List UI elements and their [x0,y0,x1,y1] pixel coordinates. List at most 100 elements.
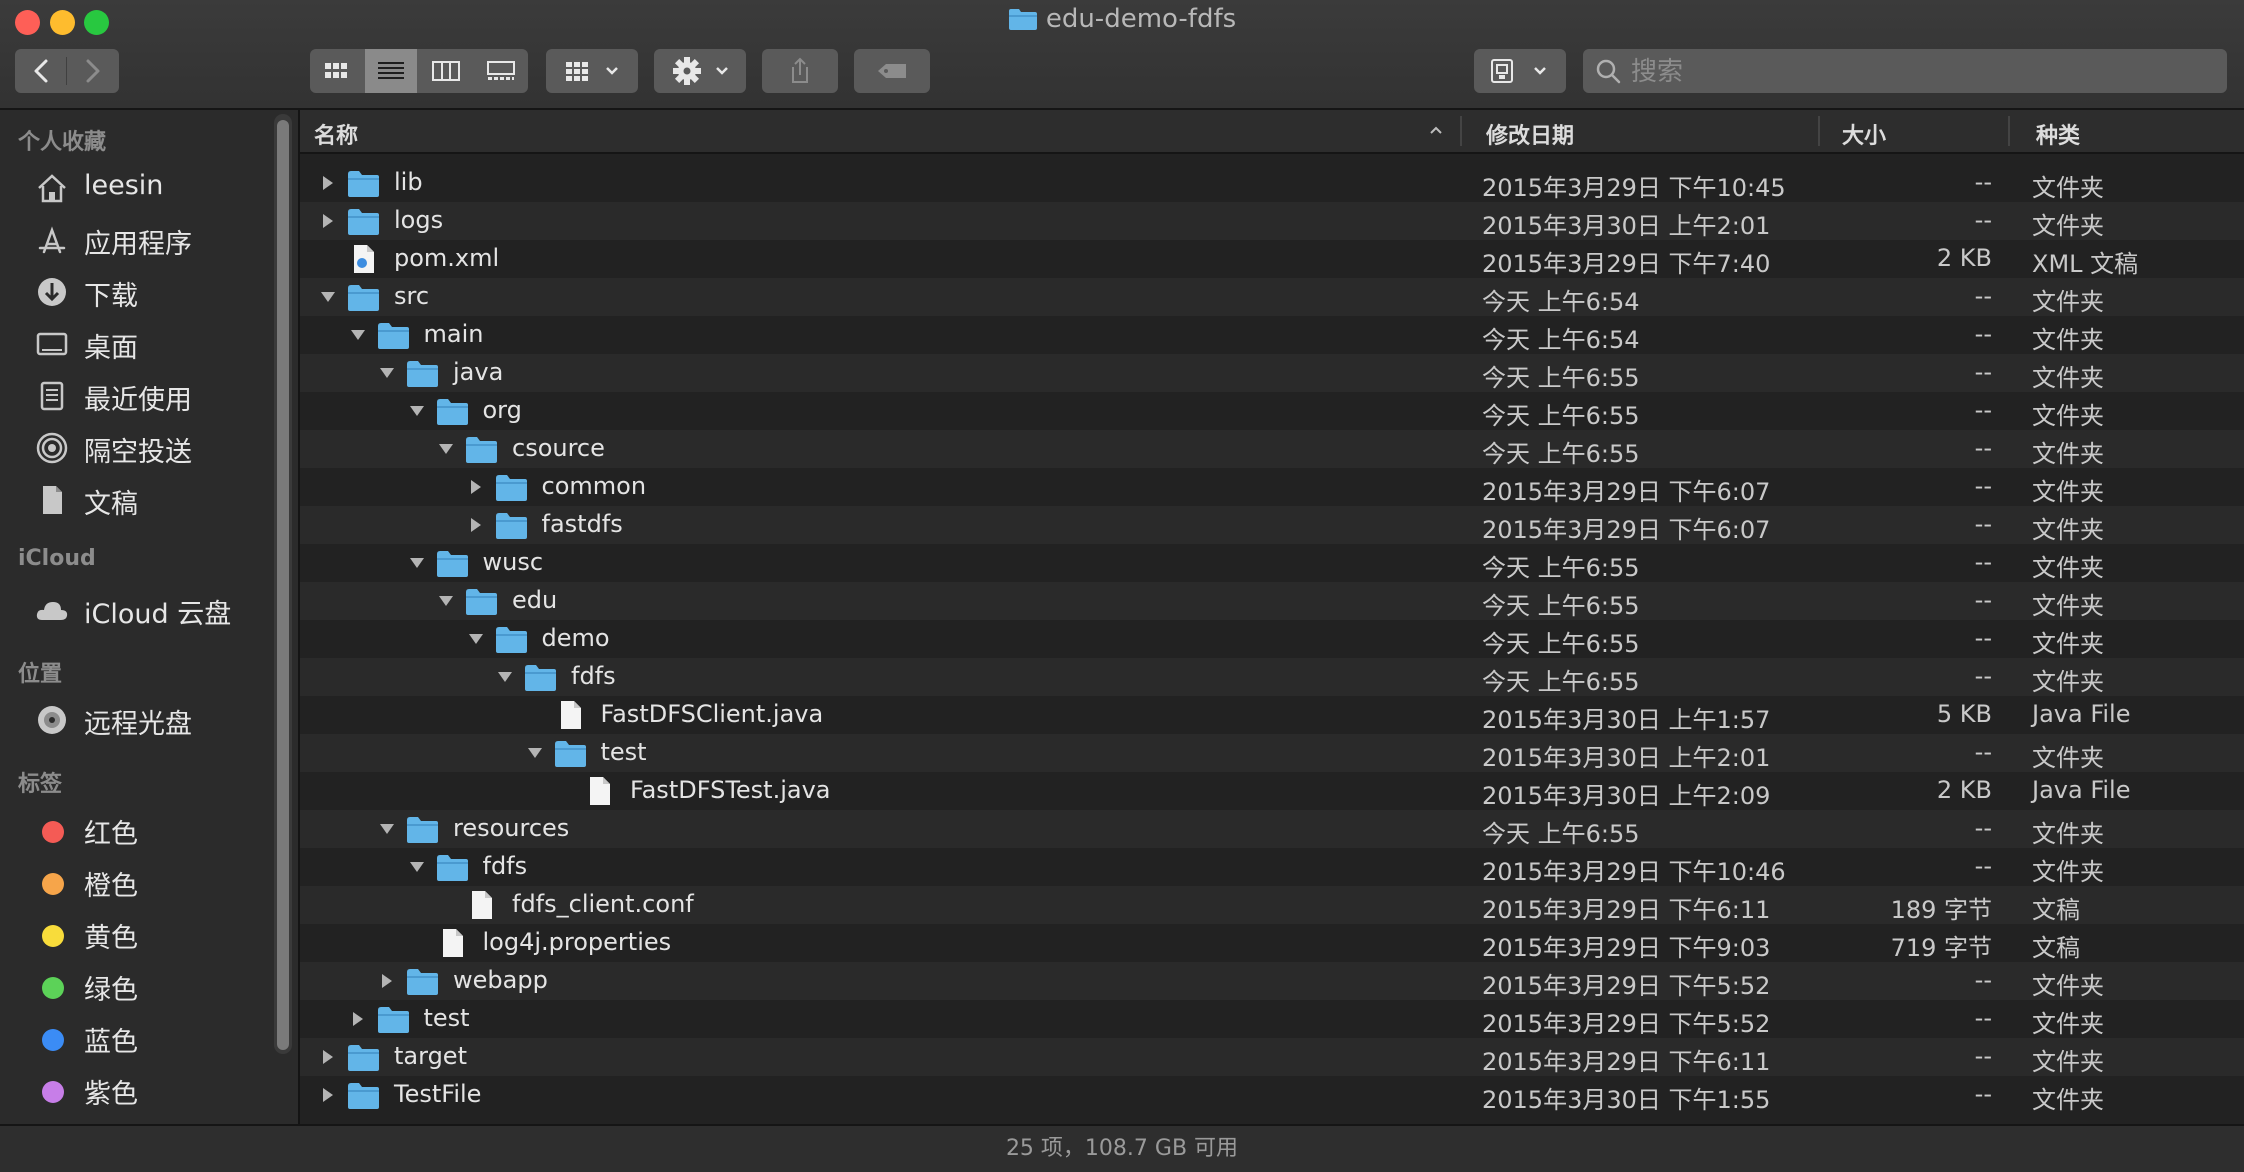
file-row[interactable]: FastDFSTest.java 2015年3月30日 上午2:09 2 KB Jav… [300,772,2244,810]
file-row[interactable]: TestFile 2015年3月30日 下午1:55 -- 文件夹 [300,1076,2244,1114]
file-row[interactable]: logs 2015年3月30日 上午2:01 -- 文件夹 [300,202,2244,240]
tag-button[interactable] [854,49,930,93]
file-date: 2015年3月29日 下午6:11 [1482,896,1771,924]
file-row[interactable]: test 2015年3月30日 上午2:01 -- 文件夹 [300,734,2244,772]
sidebar-item-下载[interactable]: 下载 [0,268,270,314]
file-date: 今天 上午6:55 [1482,592,1640,620]
sidebar-item-隔空投送[interactable]: 隔空投送 [0,424,270,470]
file-row[interactable]: lib 2015年3月29日 下午10:45 -- 文件夹 [300,164,2244,202]
share-button[interactable] [762,49,838,93]
column-header-name[interactable]: 名称 [314,118,358,150]
disclosure-collapsed-icon[interactable] [350,1011,366,1027]
sidebar-item-iCloud 云盘[interactable]: iCloud 云盘 [0,586,270,632]
file-row[interactable]: test 2015年3月29日 下午5:52 -- 文件夹 [300,1000,2244,1038]
sync-button[interactable] [1474,49,1566,93]
file-row[interactable]: log4j.properties 2015年3月29日 下午9:03 719 字节 文… [300,924,2244,962]
chevron-left-icon [34,59,48,83]
disclosure-expanded-icon[interactable] [320,289,336,305]
forward-button[interactable] [67,49,119,93]
sidebar-item-label: 远程光盘 [84,709,192,740]
disclosure-expanded-icon[interactable] [409,859,425,875]
disclosure-expanded-icon[interactable] [409,403,425,419]
disclosure-expanded-icon[interactable] [438,441,454,457]
disclosure-collapsed-icon[interactable] [468,517,484,533]
tag-icon [878,64,906,78]
disclosure-expanded-icon[interactable] [527,745,543,761]
file-row[interactable]: fdfs_client.conf 2015年3月29日 下午6:11 189 字节 文… [300,886,2244,924]
sidebar-item-红色[interactable]: 红色 [0,806,270,852]
disclosure-expanded-icon[interactable] [497,669,513,685]
disclosure-collapsed-icon[interactable] [320,1087,336,1103]
file-row[interactable]: webapp 2015年3月29日 下午5:52 -- 文件夹 [300,962,2244,1000]
disclosure-expanded-icon[interactable] [409,555,425,571]
sidebar-item-绿色[interactable]: 绿色 [0,962,270,1008]
column-header-kind[interactable]: 种类 [2036,118,2080,150]
file-row[interactable]: target 2015年3月29日 下午6:11 -- 文件夹 [300,1038,2244,1076]
column-header-date[interactable]: 修改日期 [1486,118,1574,150]
sidebar-item-远程光盘[interactable]: 远程光盘 [0,696,270,742]
disclosure-expanded-icon[interactable] [438,593,454,609]
file-row[interactable]: wusc 今天 上午6:55 -- 文件夹 [300,544,2244,582]
sidebar-item-应用程序[interactable]: 应用程序 [0,216,270,262]
file-row[interactable]: src 今天 上午6:54 -- 文件夹 [300,278,2244,316]
disclosure-expanded-icon[interactable] [379,821,395,837]
column-header-size[interactable]: 大小 [1842,118,1886,150]
document-icon [590,777,610,805]
search-field[interactable] [1583,49,2227,93]
sidebar-item-紫色[interactable]: 紫色 [0,1066,270,1112]
sidebar-item-最近使用[interactable]: 最近使用 [0,372,270,418]
disclosure-collapsed-icon[interactable] [320,213,336,229]
folder-icon [525,665,556,691]
disclosure-collapsed-icon[interactable] [320,175,336,191]
sidebar-item-桌面[interactable]: 桌面 [0,320,270,366]
sidebar-item-橙色[interactable]: 橙色 [0,858,270,904]
file-date: 今天 上午6:54 [1482,288,1640,316]
file-row[interactable]: csource 今天 上午6:55 -- 文件夹 [300,430,2244,468]
file-row[interactable]: fdfs 今天 上午6:55 -- 文件夹 [300,658,2244,696]
action-button[interactable] [654,49,746,93]
icon-view-button[interactable] [310,49,362,93]
file-row[interactable]: edu 今天 上午6:55 -- 文件夹 [300,582,2244,620]
column-divider[interactable] [2008,116,2010,146]
airdrop-icon [36,432,68,464]
disclosure-collapsed-icon[interactable] [320,1049,336,1065]
file-row[interactable]: org 今天 上午6:55 -- 文件夹 [300,392,2244,430]
sidebar-item-黄色[interactable]: 黄色 [0,910,270,956]
disclosure-expanded-icon[interactable] [379,365,395,381]
column-divider[interactable] [1818,116,1820,146]
folder-icon [436,855,468,881]
sidebar-scrollbar[interactable] [274,114,292,1054]
disclosure-collapsed-icon[interactable] [468,479,484,495]
file-kind: Java File [2032,776,2131,804]
file-name: org [482,396,522,424]
file-row[interactable]: pom.xml 2015年3月29日 下午7:40 2 KB XML 文稿 [300,240,2244,278]
file-row[interactable]: java 今天 上午6:55 -- 文件夹 [300,354,2244,392]
disclosure-collapsed-icon[interactable] [379,973,395,989]
disclosure-expanded-icon[interactable] [350,327,366,343]
sidebar-item-蓝色[interactable]: 蓝色 [0,1014,270,1060]
list-view-button[interactable] [365,49,417,93]
file-row[interactable]: fdfs 2015年3月29日 下午10:46 -- 文件夹 [300,848,2244,886]
search-input[interactable] [1629,53,2213,91]
file-row[interactable]: demo 今天 上午6:55 -- 文件夹 [300,620,2244,658]
file-size: -- [1974,282,1992,310]
sidebar-item-label: 隔空投送 [84,437,192,468]
file-row[interactable]: main 今天 上午6:54 -- 文件夹 [300,316,2244,354]
sidebar-item-leesin[interactable]: leesin [0,164,270,210]
folder-icon [495,627,527,653]
column-divider[interactable] [1460,116,1462,146]
sort-ascending-icon[interactable] [1428,122,1444,138]
group-by-button[interactable] [546,49,638,93]
file-name: src [394,282,430,310]
file-row[interactable]: resources 今天 上午6:55 -- 文件夹 [300,810,2244,848]
file-date: 2015年3月29日 下午6:07 [1482,516,1771,544]
file-row[interactable]: fastdfs 2015年3月29日 下午6:07 -- 文件夹 [300,506,2244,544]
file-row[interactable]: common 2015年3月29日 下午6:07 -- 文件夹 [300,468,2244,506]
sidebar-item-文稿[interactable]: 文稿 [0,476,270,522]
back-button[interactable] [15,49,67,93]
sidebar-scroll-thumb[interactable] [277,120,289,1050]
disclosure-expanded-icon[interactable] [468,631,484,647]
column-view-button[interactable] [420,49,472,93]
gallery-view-button[interactable] [475,49,527,93]
file-row[interactable]: FastDFSClient.java 2015年3月30日 上午1:57 5 KB J… [300,696,2244,734]
